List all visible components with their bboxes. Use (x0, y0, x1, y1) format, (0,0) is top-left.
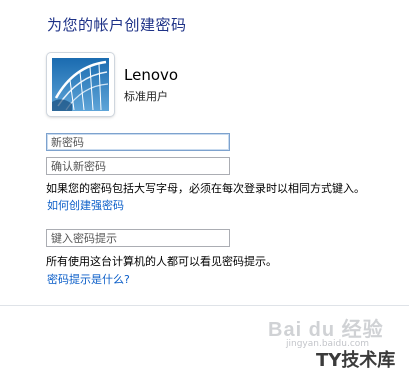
baidu-watermark: Bai du 经验 (268, 319, 384, 341)
user-avatar (47, 53, 114, 116)
account-type: 标准用户 (124, 90, 168, 103)
password-hint-input[interactable] (46, 229, 230, 247)
strong-password-link[interactable]: 如何创建强密码 (47, 197, 124, 213)
new-password-input[interactable] (46, 133, 230, 151)
confirm-password-input[interactable] (46, 157, 230, 175)
site-watermark: TY技术库 (316, 350, 396, 371)
password-hint-help-link[interactable]: 密码提示是什么? (47, 271, 130, 287)
user-picture-icon (52, 58, 109, 111)
hint-visibility-note: 所有使用这台计算机的人都可以看见密码提示。 (46, 255, 277, 268)
page-title: 为您的帐户创建密码 (47, 16, 187, 34)
caps-lock-note: 如果您的密码包括大写字母，必须在每次登录时以相同方式键入。 (46, 182, 365, 195)
account-name: Lenovo (124, 66, 179, 84)
footer-divider (0, 305, 409, 306)
